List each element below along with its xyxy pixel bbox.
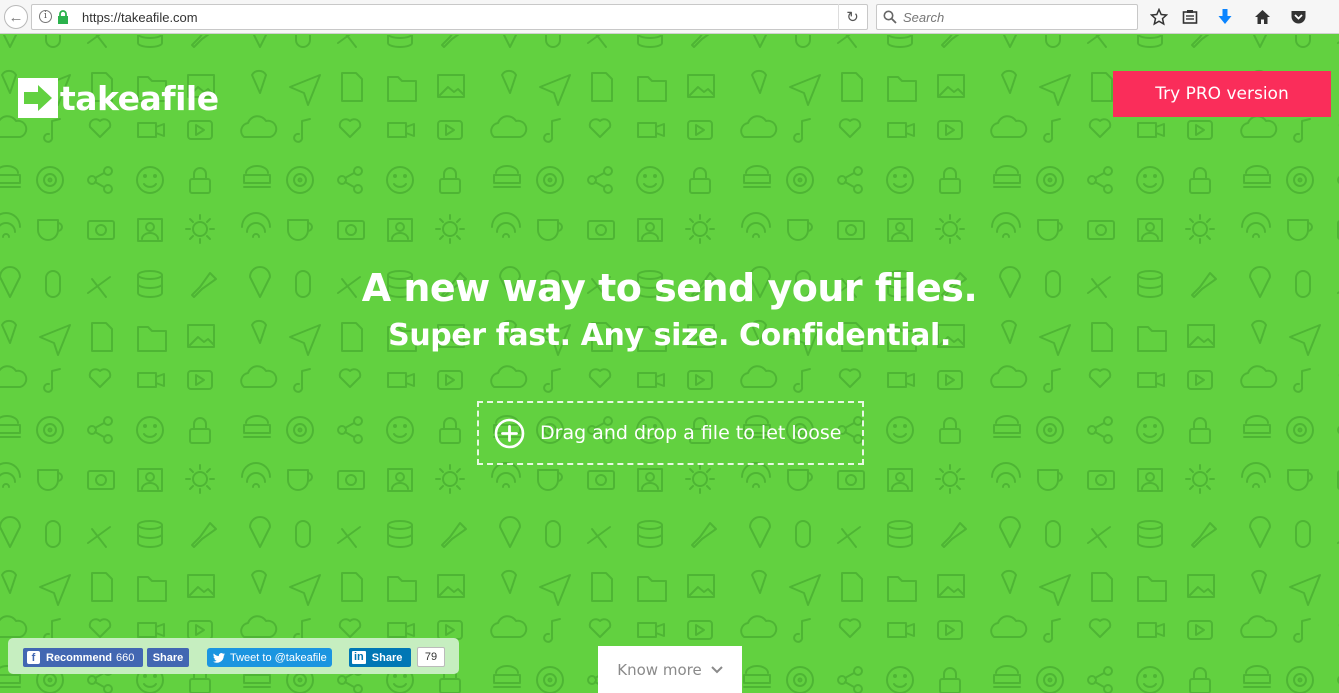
linkedin-label: Share	[371, 651, 403, 664]
facebook-share-button[interactable]: Share	[147, 648, 189, 667]
star-icon[interactable]	[1148, 6, 1170, 28]
facebook-recommend-button[interactable]: f Recommend 660	[23, 648, 143, 667]
facebook-recommend-label: Recommend	[46, 651, 113, 664]
linkedin-share-button[interactable]: in Share	[349, 648, 411, 667]
linkedin-icon: in	[352, 651, 366, 664]
share-bar: f Recommend 660 Share Tweet to @takeafil…	[8, 638, 459, 674]
home-icon[interactable]	[1251, 6, 1273, 28]
dropzone-label: Drag and drop a file to let loose	[540, 422, 842, 444]
url-bar[interactable]: i https://takeafile.com	[31, 4, 868, 30]
facebook-count: 660	[116, 651, 135, 664]
back-button[interactable]: ←	[4, 5, 28, 29]
arrow-left-icon: ←	[8, 8, 24, 26]
hero-subtitle: Super fast. Any size. Confidential.	[388, 318, 951, 353]
twitter-tweet-button[interactable]: Tweet to @takeafile	[207, 648, 332, 667]
file-dropzone[interactable]: Drag and drop a file to let loose	[477, 401, 864, 465]
facebook-icon: f	[27, 651, 40, 664]
know-more-label: Know more	[617, 660, 702, 679]
plus-circle-icon	[494, 418, 525, 448]
lock-icon	[58, 10, 68, 24]
twitter-label: Tweet to @takeafile	[230, 651, 327, 664]
know-more-button[interactable]: Know more	[598, 646, 742, 693]
try-pro-button[interactable]: Try PRO version	[1113, 71, 1331, 117]
chevron-down-icon	[710, 665, 723, 673]
reading-list-icon[interactable]	[1179, 6, 1201, 28]
linkedin-count: 79	[417, 647, 445, 667]
background-pattern	[0, 35, 1339, 693]
reload-button[interactable]: ↻	[838, 4, 866, 30]
logo[interactable]: takeafile	[18, 78, 219, 118]
hero-title: A new way to send your files.	[361, 266, 978, 310]
search-placeholder: Search	[903, 10, 945, 25]
reload-icon: ↻	[846, 9, 859, 26]
twitter-bird-icon	[213, 652, 225, 663]
search-icon	[883, 10, 897, 24]
pocket-icon[interactable]	[1287, 6, 1309, 28]
search-bar[interactable]: Search	[876, 4, 1138, 30]
url-text: https://takeafile.com	[82, 10, 198, 25]
download-icon[interactable]	[1214, 6, 1236, 28]
browser-toolbar: ← i https://takeafile.com ↻ Search	[0, 0, 1339, 34]
info-icon[interactable]: i	[39, 10, 52, 23]
logo-text: takeafile	[60, 78, 219, 118]
logo-arrow-icon	[18, 78, 58, 118]
